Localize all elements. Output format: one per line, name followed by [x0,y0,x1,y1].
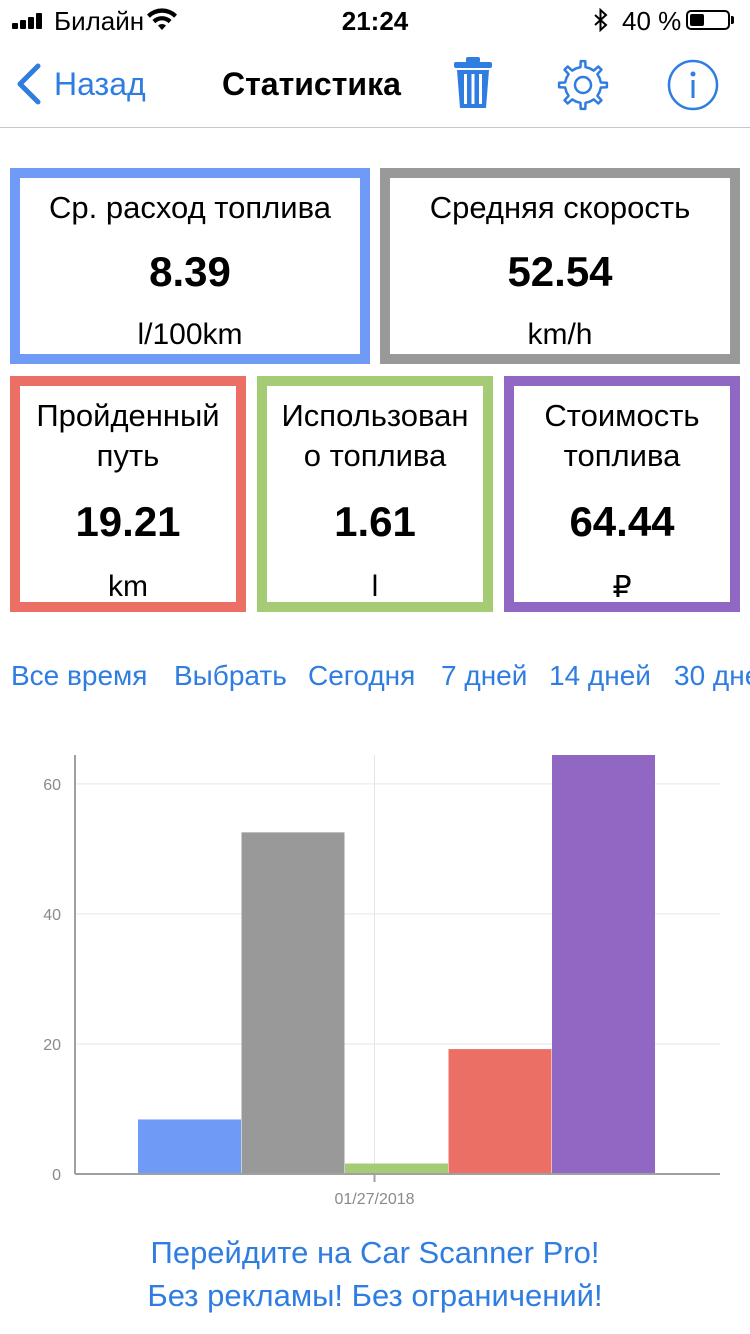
card-title: Стоимость топлива [514,396,730,476]
fuel-consumption-card: Ср. расход топлива 8.39 l/100km [10,168,370,364]
card-unit: km/h [527,318,593,351]
settings-button[interactable] [556,58,610,112]
battery-tip [731,16,734,24]
y-tick-label: 20 [43,1037,61,1054]
period-7-days[interactable]: 7 дней [441,660,527,692]
card-title-line: Пройденный [36,398,220,433]
card-value: 64.44 [569,498,675,545]
battery-percent: 40 % [622,6,682,36]
period-14-days[interactable]: 14 дней [549,660,651,692]
card-value: 8.39 [149,248,231,295]
card-title-line: Стоимость [544,398,700,433]
period-30-days[interactable]: 30 дней [674,660,750,692]
fuel-cost-card: Стоимость топлива 64.44 ₽ [504,376,740,612]
chevron-left-icon [17,63,41,105]
card-title: Использован о топлива [267,396,483,476]
info-button[interactable] [666,58,720,112]
card-title: Пройденный путь [20,396,236,476]
trash-icon [454,57,492,108]
promo-link-upgrade[interactable]: Перейдите на Car Scanner Pro! [0,1235,750,1271]
card-title: Средняя скорость [429,190,691,225]
chart-bar [138,1119,241,1174]
card-unit: l/100km [137,318,243,351]
avg-speed-card: Средняя скорость 52.54 km/h [380,168,740,364]
status-bar: Билайн 21:24 40 % [0,0,750,40]
y-tick-label: 60 [43,777,61,794]
chart-bar [241,832,345,1174]
bluetooth-icon [594,8,608,32]
page-title: Статистика [222,66,401,102]
battery-icon [686,10,730,30]
card-title-line: Использован [281,398,469,433]
distance-card: Пройденный путь 19.21 km [10,376,246,612]
delete-button[interactable] [452,56,494,110]
card-title-line: топлива [563,438,681,473]
bar-chart: 0 20 40 60 01/27/2018 [43,755,720,1208]
card-unit: l [371,570,379,603]
gear-icon [557,59,609,111]
chart-bar [552,755,655,1174]
y-tick-label: 40 [43,907,61,924]
card-title-line: о топлива [303,438,447,473]
card-value: 52.54 [507,248,613,295]
card-title-line: путь [96,438,160,473]
chart-bar [448,1049,552,1174]
promo-link-no-ads[interactable]: Без рекламы! Без ограничений! [0,1278,750,1314]
card-value: 19.21 [75,498,181,545]
chart-bar [345,1163,448,1174]
back-label: Назад [54,65,146,102]
statistics-chart: 0 20 40 60 01/27/2018 [0,740,750,1220]
period-today[interactable]: Сегодня [308,660,415,692]
card-unit: km [108,570,148,603]
y-tick-label: 0 [52,1167,61,1184]
card-value: 1.61 [334,498,416,545]
fuel-used-card: Использован о топлива 1.61 l [257,376,493,612]
period-all-time[interactable]: Все время [11,660,147,692]
x-tick-label: 01/27/2018 [334,1191,414,1208]
period-filter: Все время Выбрать Сегодня 7 дней 14 дней… [0,660,750,700]
info-icon [667,59,719,111]
back-button[interactable]: Назад [14,60,146,108]
navigation-bar: Назад Статистика [0,40,750,128]
card-unit: ₽ [612,571,632,604]
card-title: Ср. расход топлива [49,190,331,225]
period-choose[interactable]: Выбрать [174,660,287,692]
